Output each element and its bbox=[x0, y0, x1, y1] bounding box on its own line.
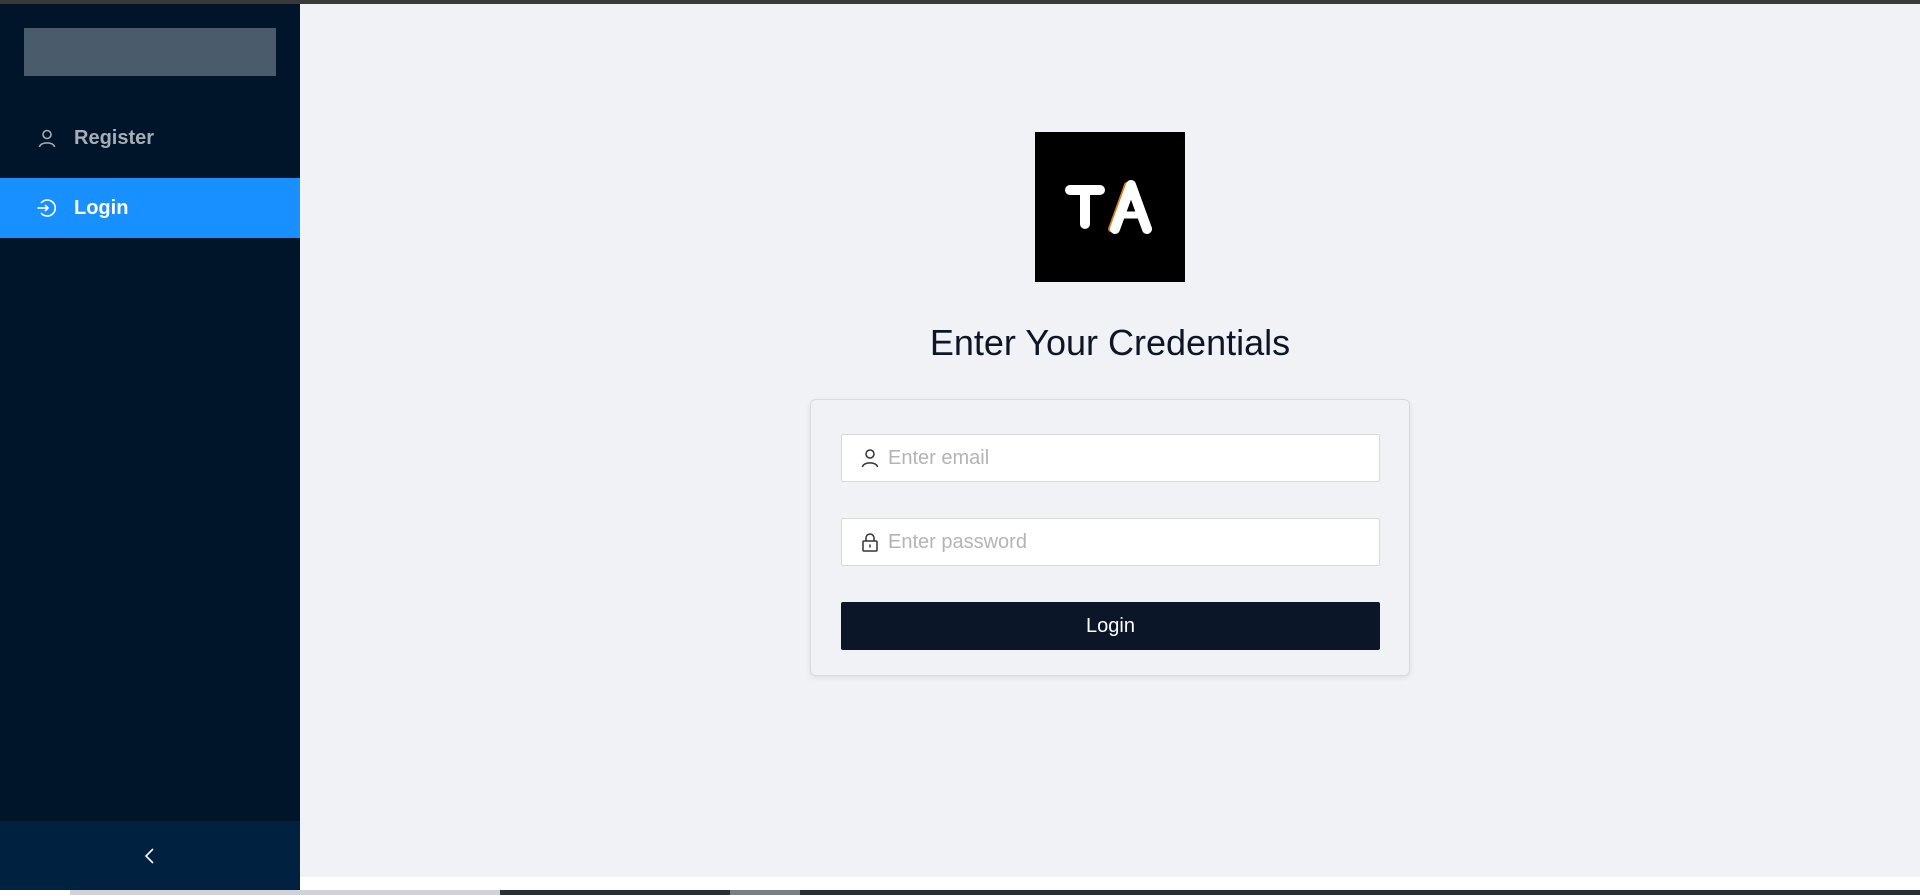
email-field[interactable] bbox=[841, 434, 1380, 482]
sidebar-item-label: Register bbox=[74, 126, 155, 149]
sidebar-item-register[interactable]: Register bbox=[0, 108, 300, 168]
password-input[interactable] bbox=[888, 519, 1379, 565]
app-logo bbox=[1035, 132, 1185, 282]
login-form-card: Login bbox=[810, 399, 1410, 676]
user-icon bbox=[36, 127, 58, 149]
page-title: Enter Your Credentials bbox=[929, 322, 1291, 363]
sidebar-collapse-button[interactable] bbox=[0, 821, 300, 895]
taskbar-edge bbox=[0, 890, 1920, 895]
sidebar-logo-placeholder bbox=[24, 28, 276, 76]
sidebar-item-label: Login bbox=[74, 196, 129, 219]
user-icon bbox=[860, 448, 880, 468]
chevron-left-icon bbox=[143, 846, 157, 871]
password-field[interactable] bbox=[841, 518, 1380, 566]
sidebar: Register Login bbox=[0, 4, 300, 895]
lock-icon bbox=[860, 532, 880, 552]
email-input[interactable] bbox=[888, 435, 1379, 481]
sidebar-item-login[interactable]: Login bbox=[0, 178, 300, 238]
login-icon bbox=[36, 197, 58, 219]
login-button[interactable]: Login bbox=[841, 602, 1380, 650]
main-content: Enter Your Credentials Login bbox=[300, 4, 1920, 877]
